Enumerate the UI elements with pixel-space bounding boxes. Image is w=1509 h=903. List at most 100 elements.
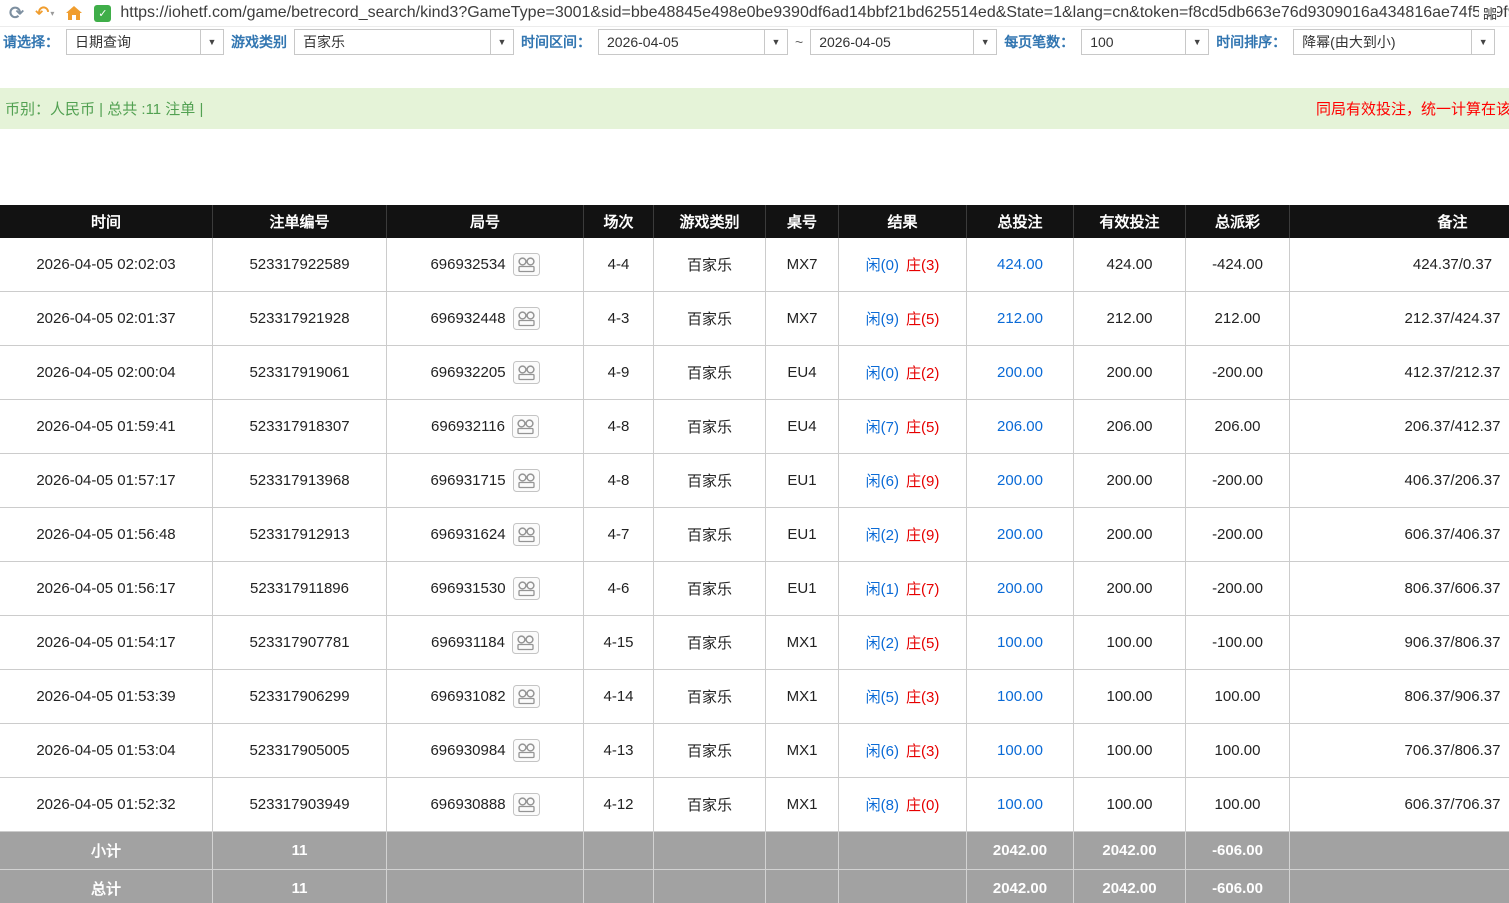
- round-number: 696931715: [430, 472, 505, 489]
- address-bar[interactable]: ✓ https://iohetf.com/game/betrecord_sear…: [94, 0, 1509, 26]
- total-bet-cell: 100.00: [967, 724, 1074, 778]
- round-cell: 696932448: [387, 292, 584, 346]
- page-size-select[interactable]: 100 ▼: [1081, 29, 1209, 55]
- replay-video-icon[interactable]: [513, 469, 540, 492]
- date-from-select[interactable]: 2026-04-05 ▼: [598, 29, 788, 55]
- column-header: 结果: [839, 205, 967, 238]
- table-row: 2026-04-05 01:53:04523317905005696930984…: [0, 724, 1509, 778]
- total-bet-link[interactable]: 100.00: [997, 688, 1043, 705]
- result-cell: 闲(8)庄(0): [839, 778, 967, 832]
- result-cell: 闲(1)庄(7): [839, 562, 967, 616]
- round-cell: 696930888: [387, 778, 584, 832]
- time-cell: 2026-04-05 01:56:17: [0, 562, 213, 616]
- result-cell: 闲(6)庄(9): [839, 454, 967, 508]
- round-number: 696932448: [430, 310, 505, 327]
- sort-order-label: 时间排序：: [1216, 32, 1286, 52]
- round-number: 696931530: [430, 580, 505, 597]
- table-number-cell: EU1: [766, 562, 839, 616]
- session-cell: 4-8: [584, 400, 654, 454]
- chevron-down-icon: ▼: [200, 30, 223, 54]
- footer-label-cell: 小计: [0, 832, 213, 870]
- subtotal-row: 小计112042.002042.00-606.00: [0, 832, 1509, 870]
- total-bet-link[interactable]: 200.00: [997, 472, 1043, 489]
- replay-video-icon[interactable]: [513, 307, 540, 330]
- payout-cell: -200.00: [1186, 508, 1290, 562]
- valid-bet-cell: 200.00: [1074, 562, 1186, 616]
- game-type-cell: 百家乐: [654, 454, 766, 508]
- total-bet-link[interactable]: 200.00: [997, 580, 1043, 597]
- remark-cell: 206.37/412.37: [1290, 400, 1509, 454]
- grand-total-row: 总计112042.002042.00-606.00: [0, 870, 1509, 903]
- bet-id-cell: 523317911896: [213, 562, 387, 616]
- round-cell: 696931082: [387, 670, 584, 724]
- valid-bet-cell: 206.00: [1074, 400, 1186, 454]
- total-bet-cell: 100.00: [967, 778, 1074, 832]
- session-cell: 4-9: [584, 346, 654, 400]
- footer-count-cell: 11: [213, 832, 387, 870]
- total-bet-link[interactable]: 100.00: [997, 634, 1043, 651]
- replay-video-icon[interactable]: [513, 361, 540, 384]
- bet-id-cell: 523317907781: [213, 616, 387, 670]
- page-size-label: 每页笔数：: [1004, 32, 1074, 52]
- bet-id-cell: 523317921928: [213, 292, 387, 346]
- banker-result: 庄(5): [906, 416, 939, 437]
- game-type-label: 游戏类别: [231, 32, 287, 52]
- total-bet-link[interactable]: 100.00: [997, 796, 1043, 813]
- replay-video-icon[interactable]: [513, 523, 540, 546]
- footer-empty-cell: [584, 870, 654, 903]
- undo-icon: ↶: [35, 3, 49, 23]
- time-cell: 2026-04-05 01:59:41: [0, 400, 213, 454]
- footer-empty-cell: [387, 832, 584, 870]
- footer-valid-bet-cell: 2042.00: [1074, 832, 1186, 870]
- result-cell: 闲(7) 庄(5): [839, 400, 967, 454]
- replay-video-icon[interactable]: [513, 793, 540, 816]
- total-bet-link[interactable]: 200.00: [997, 526, 1043, 543]
- footer-payout-cell: -606.00: [1186, 832, 1290, 870]
- replay-video-icon[interactable]: [513, 739, 540, 762]
- payout-cell: -424.00: [1186, 238, 1290, 292]
- player-result: 闲(0): [866, 254, 899, 275]
- game-type-cell: 百家乐: [654, 292, 766, 346]
- footer-empty-cell: [387, 870, 584, 903]
- round-number: 696931184: [431, 634, 505, 651]
- bet-id-cell: 523317913968: [213, 454, 387, 508]
- total-bet-link[interactable]: 200.00: [997, 364, 1043, 381]
- table-row: 2026-04-05 01:54:17523317907781696931184…: [0, 616, 1509, 670]
- session-cell: 4-6: [584, 562, 654, 616]
- replay-video-icon[interactable]: [513, 577, 540, 600]
- chevron-down-icon: ▼: [973, 30, 996, 54]
- query-type-select[interactable]: 日期查询 ▼: [66, 29, 224, 55]
- banker-result: 庄(0): [906, 794, 939, 815]
- time-cell: 2026-04-05 01:52:32: [0, 778, 213, 832]
- banker-result: 庄(9): [906, 524, 939, 545]
- payout-cell: 212.00: [1186, 292, 1290, 346]
- replay-video-icon[interactable]: [512, 415, 539, 438]
- site-security-icon[interactable]: ✓: [94, 5, 111, 22]
- home-button[interactable]: [65, 5, 83, 21]
- time-cell: 2026-04-05 01:57:17: [0, 454, 213, 508]
- replay-video-icon[interactable]: [513, 253, 540, 276]
- footer-payout-cell: -606.00: [1186, 870, 1290, 903]
- table-number-cell: MX1: [766, 778, 839, 832]
- player-result: 闲(7): [866, 416, 899, 437]
- column-header: 备注: [1290, 205, 1509, 238]
- sort-order-value: 降幂(由大到小): [1294, 30, 1471, 54]
- sort-order-select[interactable]: 降幂(由大到小) ▼: [1293, 29, 1495, 55]
- total-bet-link[interactable]: 100.00: [997, 742, 1043, 759]
- undo-button[interactable]: ↶ ▾: [35, 3, 54, 23]
- bet-id-cell: 523317918307: [213, 400, 387, 454]
- table-number-cell: MX1: [766, 670, 839, 724]
- valid-bet-cell: 200.00: [1074, 454, 1186, 508]
- total-bet-link[interactable]: 212.00: [997, 310, 1043, 327]
- replay-video-icon[interactable]: [513, 685, 540, 708]
- replay-video-icon[interactable]: [512, 631, 539, 654]
- total-bet-link[interactable]: 206.00: [997, 418, 1043, 435]
- total-bet-link[interactable]: 424.00: [997, 256, 1043, 273]
- game-type-select[interactable]: 百家乐 ▼: [294, 29, 514, 55]
- undo-caret-icon: ▾: [50, 9, 54, 18]
- chevron-down-icon: ▼: [764, 30, 787, 54]
- table-row: 2026-04-05 02:00:04523317919061696932205…: [0, 346, 1509, 400]
- column-header: 有效投注: [1074, 205, 1186, 238]
- date-to-select[interactable]: 2026-04-05 ▼: [810, 29, 997, 55]
- reload-icon[interactable]: ⟳: [9, 3, 24, 24]
